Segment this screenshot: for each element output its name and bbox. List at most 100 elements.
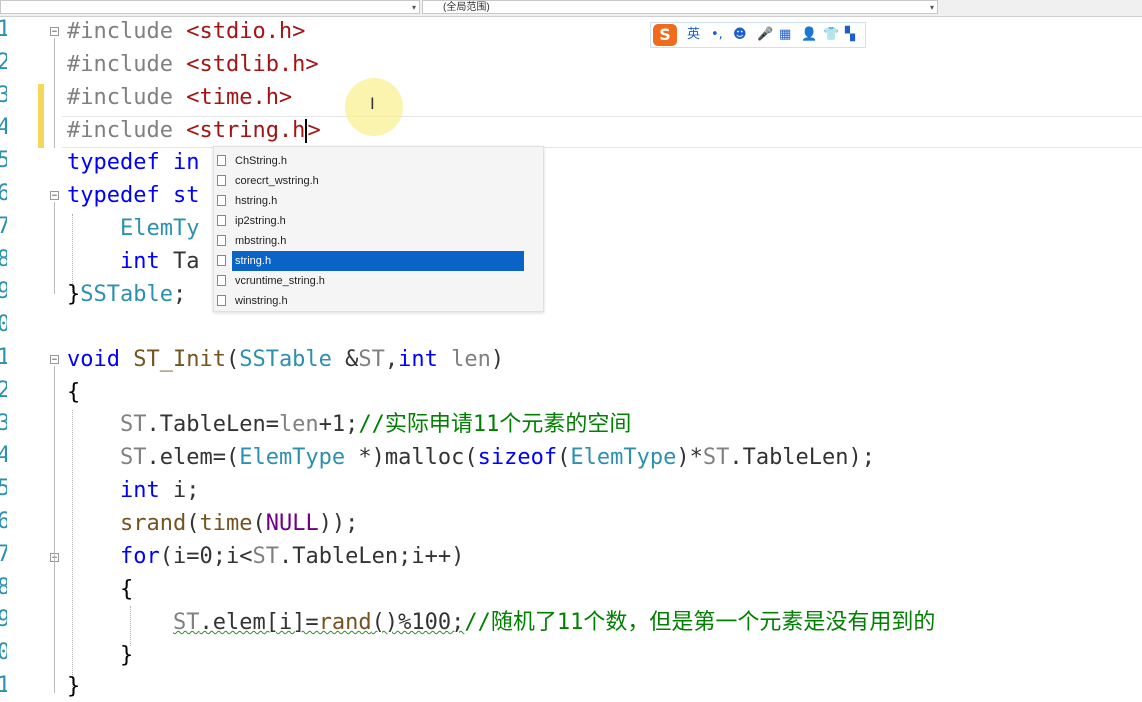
fold-toggle[interactable]: − (50, 355, 59, 365)
code-line-18[interactable]: { (67, 575, 133, 605)
autocomplete-item-label: ChString.h (235, 155, 287, 167)
keyword: for (119, 544, 160, 569)
user-icon[interactable]: 👤 (801, 27, 817, 43)
keyboard-icon[interactable]: ▦ (779, 27, 791, 43)
expression: .elem[i]= (199, 610, 319, 635)
sogou-logo-icon[interactable]: S (653, 24, 677, 46)
line-number: 1 (0, 345, 7, 370)
semicolon: ; (172, 282, 187, 307)
code-line-20[interactable]: } (67, 641, 133, 671)
chevron-down-icon: ▾ (411, 3, 416, 12)
member-scope-dropdown[interactable]: (全局范围) ▾ (422, 0, 938, 14)
code-line-9[interactable]: }SSTable; (67, 280, 186, 310)
header-file-icon (217, 235, 226, 246)
header-file-icon (217, 155, 226, 166)
shirt-icon[interactable]: 👕 (823, 27, 839, 43)
include-header: <stdlib.h> (186, 52, 319, 77)
type-name: SSTable (239, 347, 332, 372)
change-marker (38, 84, 44, 148)
include-header-end: > (307, 118, 321, 143)
warning-squiggle[interactable]: ST.elem[i]=rand()%100; (173, 610, 464, 635)
editor-navigation-bar: ▾ (全局范围) ▾ (0, 0, 1142, 17)
line-number: 2 (0, 377, 7, 403)
ime-toolbar[interactable]: S 英 •, ☻ 🎤 ▦ 👤 👕 ▚ (650, 22, 866, 48)
fold-toggle[interactable]: − (50, 191, 59, 201)
paren: ( (557, 445, 571, 470)
expression: *)malloc( (345, 445, 478, 470)
autocomplete-item[interactable]: ip2string.h (232, 211, 524, 231)
header-file-icon (217, 295, 226, 306)
brace: } (67, 282, 81, 307)
parameter: len (278, 412, 319, 437)
code-line-19[interactable]: ST.elem[i]=rand()%100;//随机了11个数，但是第一个元素是… (67, 608, 935, 638)
type-name: SSTable (80, 282, 173, 307)
code-line-3[interactable]: #include <time.h> (67, 83, 292, 113)
code-line-13[interactable]: ST.TableLen=len+1;//实际申请11个元素的空间 (67, 410, 631, 440)
code-line-17[interactable]: for(i=0;i<ST.TableLen;i++) (67, 542, 464, 572)
expression: )* (676, 445, 703, 470)
paren: ) (490, 347, 505, 372)
autocomplete-item[interactable]: corecrt_wstring.h (232, 171, 524, 191)
code-line-14[interactable]: ST.elem=(ElemType *)malloc(sizeof(ElemTy… (67, 443, 875, 473)
autocomplete-item[interactable]: string.h (232, 251, 524, 271)
line-number: 9 (0, 607, 7, 633)
function-name: ST_Init (133, 347, 226, 372)
code-line-15[interactable]: int i; (67, 476, 200, 506)
code-line-8[interactable]: int Ta (67, 247, 200, 277)
autocomplete-item[interactable]: vcruntime_string.h (232, 271, 524, 291)
ime-punctuation-toggle[interactable]: •, (711, 27, 723, 43)
preprocessor-directive: #include (67, 85, 173, 110)
smiley-icon[interactable]: ☻ (733, 27, 747, 43)
keyword-partial: st (172, 183, 200, 208)
line-number: 4 (0, 115, 7, 141)
autocomplete-item[interactable]: winstring.h (232, 291, 524, 311)
autocomplete-item-label: hstring.h (235, 195, 278, 207)
autocomplete-item[interactable]: hstring.h (232, 191, 524, 211)
code-line-7[interactable]: ElemTy (67, 214, 199, 244)
header-file-icon (217, 175, 226, 186)
code-line-12[interactable]: { (67, 378, 80, 408)
code-line-6[interactable]: typedef st (67, 181, 199, 211)
fold-toggle[interactable]: − (50, 27, 59, 37)
code-line-2[interactable]: #include <stdlib.h> (67, 50, 319, 80)
identifier: i; (159, 478, 200, 503)
type-scope-dropdown[interactable]: ▾ (0, 0, 420, 14)
expression: (i=0;i< (159, 544, 253, 569)
expression: .TableLen); (729, 445, 876, 470)
code-line-11[interactable]: void ST_Init(SSTable &ST,int len) (67, 345, 504, 375)
keyword: int (119, 478, 160, 503)
code-line-4[interactable]: #include <string.h> (67, 116, 321, 146)
line-number: 1 (0, 17, 7, 42)
include-autocomplete-list[interactable]: ChString.h corecrt_wstring.h hstring.h ip2s… (213, 146, 544, 312)
line-number: 6 (0, 181, 7, 206)
autocomplete-item-label: ip2string.h (235, 215, 286, 227)
ime-mode-toggle[interactable]: 英 (687, 27, 700, 43)
include-header: <stdio.h> (186, 19, 306, 44)
line-number: 3 (0, 410, 7, 436)
autocomplete-item-label: corecrt_wstring.h (235, 175, 319, 187)
code-line-21[interactable]: } (67, 672, 80, 702)
header-file-icon (217, 255, 226, 266)
code-comment: //随机了11个数，但是第一个元素是没有用到的 (464, 610, 936, 635)
autocomplete-item[interactable]: ChString.h (232, 151, 524, 171)
code-comment: //实际申请11个元素的空间 (358, 412, 632, 437)
microphone-icon[interactable]: 🎤 (757, 27, 773, 43)
include-header: <time.h> (186, 85, 293, 110)
member-scope-value: (全局范围) (443, 2, 490, 13)
keyword: int (398, 347, 438, 372)
autocomplete-item[interactable]: mbstring.h (232, 231, 524, 251)
ibeam-cursor-icon: I (370, 94, 375, 113)
expression: ()%100; (371, 610, 465, 635)
expression: .TableLen;i++) (278, 544, 465, 569)
parameter: ST (358, 347, 385, 372)
keyword: typedef (67, 183, 160, 208)
autocomplete-item-label: string.h (235, 255, 272, 267)
preprocessor-directive: #include (67, 19, 173, 44)
grid-icon[interactable]: ▚ (845, 27, 855, 43)
fold-region-line (54, 564, 55, 664)
code-line-5[interactable]: typedef in (67, 148, 199, 178)
line-number: 4 (0, 443, 7, 469)
type-name: ElemType (570, 445, 677, 470)
code-line-16[interactable]: srand(time(NULL)); (67, 509, 358, 539)
code-line-1[interactable]: #include <stdio.h> (67, 17, 305, 47)
